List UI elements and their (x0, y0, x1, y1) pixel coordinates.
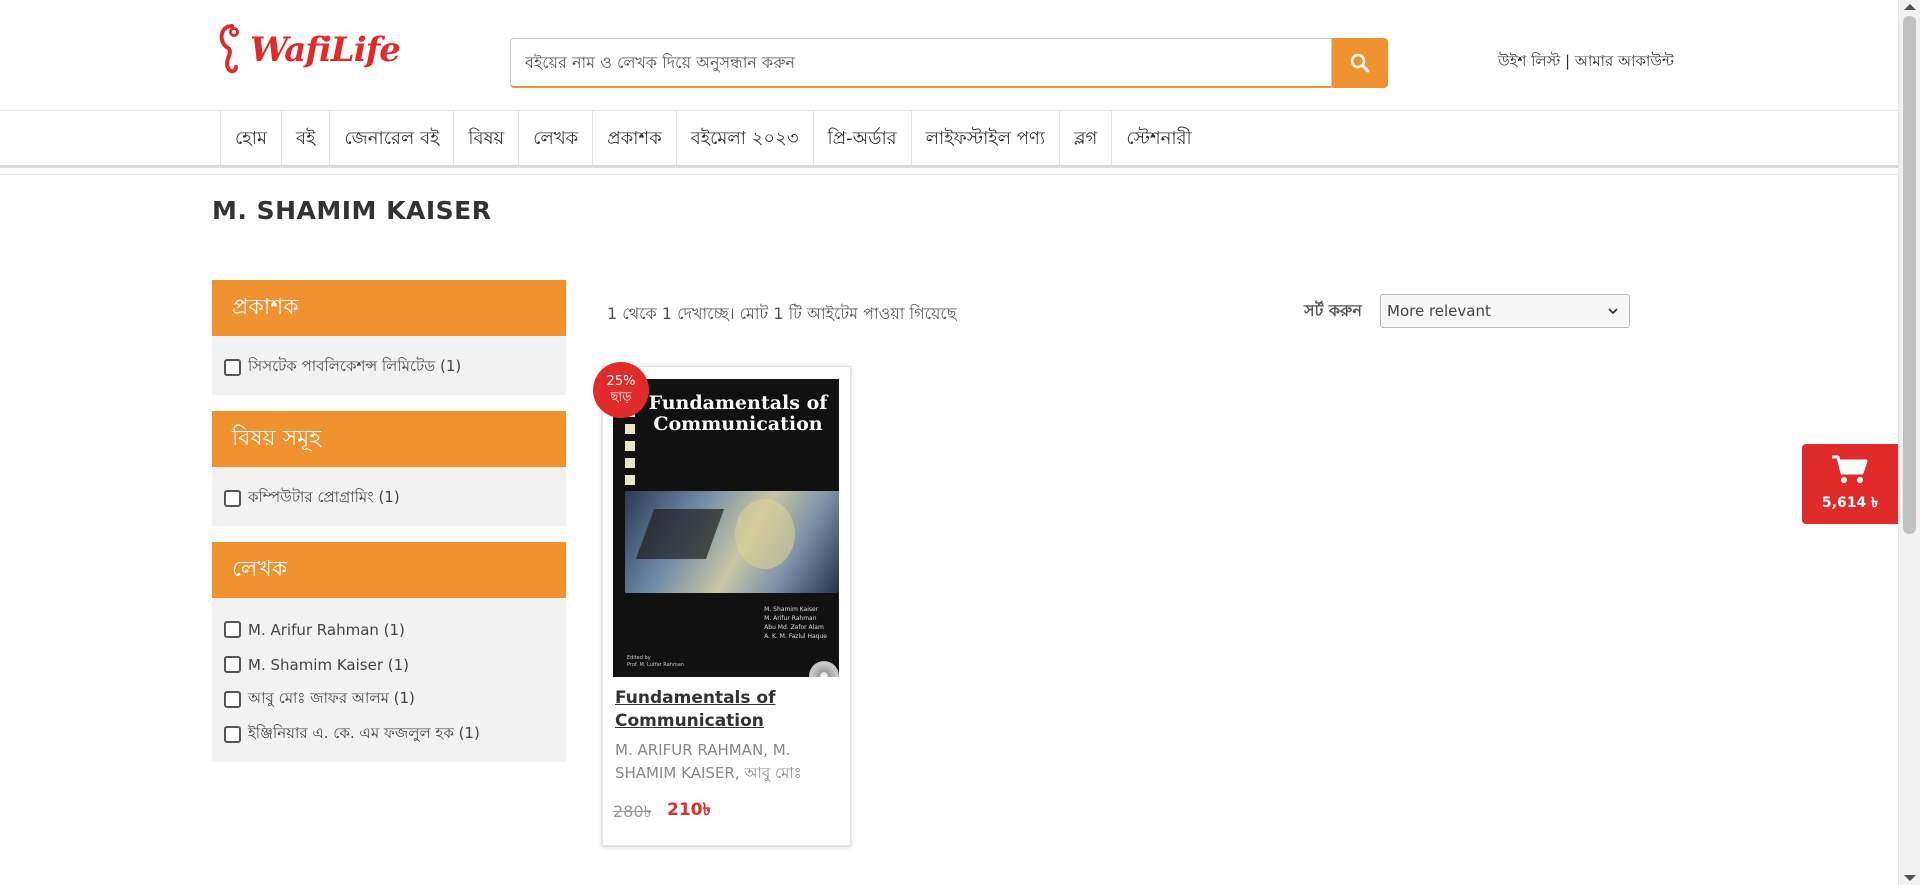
nav-item-home[interactable]: হোম (220, 111, 281, 167)
checkbox[interactable] (224, 656, 241, 673)
nav-item-subjects[interactable]: বিষয় (453, 111, 518, 167)
filter-option-label: M. Shamim Kaiser (1) (248, 655, 410, 674)
filter-authors-heading[interactable]: লেখক (212, 542, 566, 598)
top-links: উইশ লিস্ট | আমার আকাউন্ট (1498, 50, 1674, 75)
sort-select-value: More relevant (1387, 302, 1491, 320)
filter-option-label: ইঞ্জিনিয়ার এ. কে. এম ফজলুল হক (1) (248, 724, 480, 742)
filter-option-label: আবু মোঃ জাফর আলম (1) (248, 689, 415, 707)
nav-item-blog[interactable]: ব্লগ (1059, 111, 1111, 167)
filter-subjects-options: কম্পিউটার প্রোগ্রামিং (1) (212, 467, 566, 526)
product-old-price: 280৳ (613, 802, 652, 821)
scroll-up-arrow-icon[interactable] (1904, 4, 1916, 10)
cart-icon (1832, 455, 1868, 483)
wishlist-link[interactable]: উইশ লিস্ট (1498, 52, 1560, 70)
search-bar (510, 38, 1388, 88)
cart-total: 5,614 ৳ (1821, 495, 1879, 511)
scrollbar-thumb[interactable] (1903, 16, 1916, 534)
nav-list: হোম বই জেনারেল বই বিষয় লেখক প্রকাশক বইম… (220, 111, 1206, 167)
cover-artwork (625, 491, 839, 593)
filter-option[interactable]: আবু মোঃ জাফর আলম (1) (224, 682, 554, 717)
product-new-price: 210৳ (667, 800, 711, 820)
filter-publisher-options: সিসটেক পাবলিকেশন্স লিমিটেড (1) (212, 336, 566, 395)
filter-option-label: M. Arifur Rahman (1) (248, 620, 405, 639)
product-authors: M. ARIFUR RAHMAN, M. SHAMIM KAISER, আবু … (615, 741, 802, 782)
account-link[interactable]: আমার আকাউন্ট (1575, 52, 1674, 70)
site-header: WafiLife উইশ লিস্ট | আমার আকাউন্ট (0, 0, 1898, 110)
filter-authors-options: M. Arifur Rahman (1) M. Shamim Kaiser (1… (212, 598, 566, 762)
nav-item-stationery[interactable]: স্টেশনারী (1111, 111, 1205, 167)
discount-badge: 25% ছাড় (593, 362, 649, 418)
page-scrollbar[interactable] (1898, 0, 1920, 885)
product-cover-image[interactable]: Fundamentals of Communication M. Shamim … (613, 379, 839, 677)
checkbox[interactable] (224, 691, 241, 708)
filter-option[interactable]: ইঞ্জিনিয়ার এ. কে. এম ফজলুল হক (1) (224, 717, 554, 752)
search-icon (1350, 53, 1370, 73)
main-nav: হোম বই জেনারেল বই বিষয় লেখক প্রকাশক বইম… (0, 110, 1898, 168)
nav-item-books[interactable]: বই (280, 111, 329, 167)
filter-option[interactable]: M. Arifur Rahman (1) (224, 612, 554, 647)
cover-title: Fundamentals of Communication (648, 392, 828, 435)
search-input[interactable] (510, 38, 1332, 88)
nav-item-authors[interactable]: লেখক (518, 111, 592, 167)
nav-divider (0, 174, 1898, 175)
filter-option-label: কম্পিউটার প্রোগ্রামিং (1) (248, 488, 400, 506)
discount-percent: 25% (606, 374, 636, 389)
logo-text: WafiLife (250, 30, 401, 70)
nav-item-general-books[interactable]: জেনারেল বই (329, 111, 453, 167)
filter-authors: লেখক M. Arifur Rahman (1) M. Shamim Kais… (212, 542, 566, 762)
filter-option-label: সিসটেক পাবলিকেশন্স লিমিটেড (1) (248, 357, 462, 375)
site-logo[interactable]: WafiLife (214, 20, 401, 86)
scroll-down-arrow-icon[interactable] (1904, 875, 1916, 881)
nav-item-pre-order[interactable]: প্রি-অর্ডার (812, 111, 911, 167)
filter-subjects: বিষয় সমূহ কম্পিউটার প্রোগ্রামিং (1) (212, 411, 566, 526)
page-title: M. SHAMIM KAISER (212, 196, 492, 225)
top-links-separator: | (1565, 52, 1571, 70)
sort-label: সর্ট করুন (1304, 301, 1362, 320)
filter-option[interactable]: কম্পিউটার প্রোগ্রামিং (1) (224, 481, 554, 516)
floating-cart-button[interactable]: 5,614 ৳ (1802, 444, 1898, 524)
checkbox[interactable] (224, 490, 241, 507)
checkbox[interactable] (224, 726, 241, 743)
cover-editor: Edited by Prof. M. Lutfar Rahman (627, 655, 684, 668)
checkbox[interactable] (224, 359, 241, 376)
nav-item-book-fair[interactable]: বইমেলা ২০২৩ (675, 111, 813, 167)
nav-item-lifestyle[interactable]: লাইফস্টাইল পণ্য (910, 111, 1060, 167)
product-card[interactable]: Fundamentals of Communication M. Shamim … (593, 362, 851, 846)
checkbox[interactable] (224, 621, 241, 638)
cd-disc-icon (809, 661, 839, 677)
product-title-link[interactable]: Fundamentals of Communication (615, 687, 835, 733)
filter-option[interactable]: M. Shamim Kaiser (1) (224, 647, 554, 682)
results-count: 1 থেকে 1 দেখাচ্ছে। মোট 1 টি আইটেম পাওয়া… (607, 304, 957, 323)
cover-authors: M. Shamim Kaiser M. Arifur Rahman Abu Md… (764, 606, 827, 640)
discount-label: ছাড় (610, 390, 632, 405)
search-button[interactable] (1332, 38, 1388, 88)
logo-mark-icon (219, 24, 239, 74)
nav-item-publishers[interactable]: প্রকাশক (592, 111, 676, 167)
filter-publisher: প্রকাশক সিসটেক পাবলিকেশন্স লিমিটেড (1) (212, 280, 566, 395)
sort-select[interactable]: More relevant (1380, 294, 1630, 328)
filter-option[interactable]: সিসটেক পাবলিকেশন্স লিমিটেড (1) (224, 350, 554, 385)
chevron-down-icon (1608, 308, 1618, 315)
filter-subjects-heading[interactable]: বিষয় সমূহ (212, 411, 566, 467)
filter-publisher-heading[interactable]: প্রকাশক (212, 280, 566, 336)
cover-decoration (625, 407, 635, 492)
